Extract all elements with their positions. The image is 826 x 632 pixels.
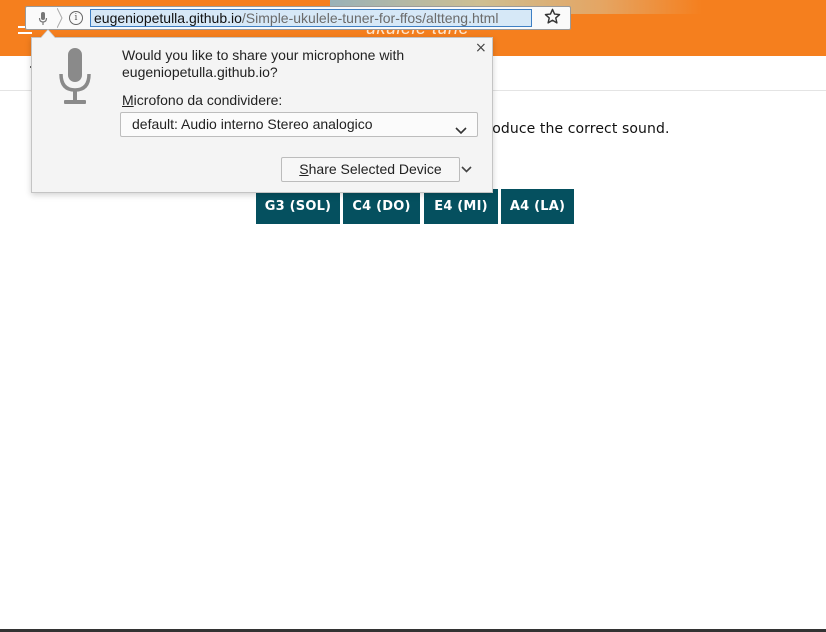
- popup-arrow-fill: [41, 30, 55, 38]
- info-icon[interactable]: i: [69, 11, 83, 25]
- device-label-accesskey: M: [122, 92, 134, 108]
- tone-button-e4[interactable]: E4 (MI): [424, 189, 498, 224]
- share-selected-device-button[interactable]: Share Selected Device: [281, 157, 460, 182]
- selected-device: default: Audio interno Stereo analogico: [132, 116, 373, 132]
- device-select[interactable]: default: Audio interno Stereo analogico: [120, 112, 478, 137]
- permission-question: Would you like to share your microphone …: [122, 47, 405, 80]
- tone-button-a4[interactable]: A4 (LA): [501, 189, 574, 224]
- url-bar[interactable]: i eugeniopetulla.github.io/Simple-ukulel…: [25, 6, 571, 30]
- close-icon[interactable]: ×: [475, 40, 487, 56]
- chevron-down-icon: [455, 120, 467, 139]
- url-path: /Simple-ukulele-tuner-for-ffos/altteng.h…: [241, 10, 499, 26]
- microphone-icon: [58, 48, 92, 110]
- identity-chevron-icon: [56, 7, 63, 29]
- tone-button-g3[interactable]: G3 (SOL): [256, 189, 340, 224]
- url-field[interactable]: eugeniopetulla.github.io/Simple-ukulele-…: [90, 9, 532, 27]
- share-options-dropdown[interactable]: [459, 157, 475, 182]
- device-label: Microfono da condividere:: [122, 92, 282, 108]
- tone-button-c4[interactable]: C4 (DO): [343, 189, 420, 224]
- microphone-icon[interactable]: [38, 11, 48, 30]
- device-label-text: icrofono da condividere:: [133, 92, 283, 108]
- share-button-label: hare Selected Device: [308, 161, 442, 177]
- star-icon[interactable]: [544, 8, 561, 30]
- chevron-down-icon: [461, 166, 472, 173]
- microphone-permission-popup: × Would you like to share your microphon…: [31, 29, 493, 193]
- url-host: eugeniopetulla.github.io: [94, 10, 242, 26]
- share-button-accesskey: S: [299, 161, 309, 177]
